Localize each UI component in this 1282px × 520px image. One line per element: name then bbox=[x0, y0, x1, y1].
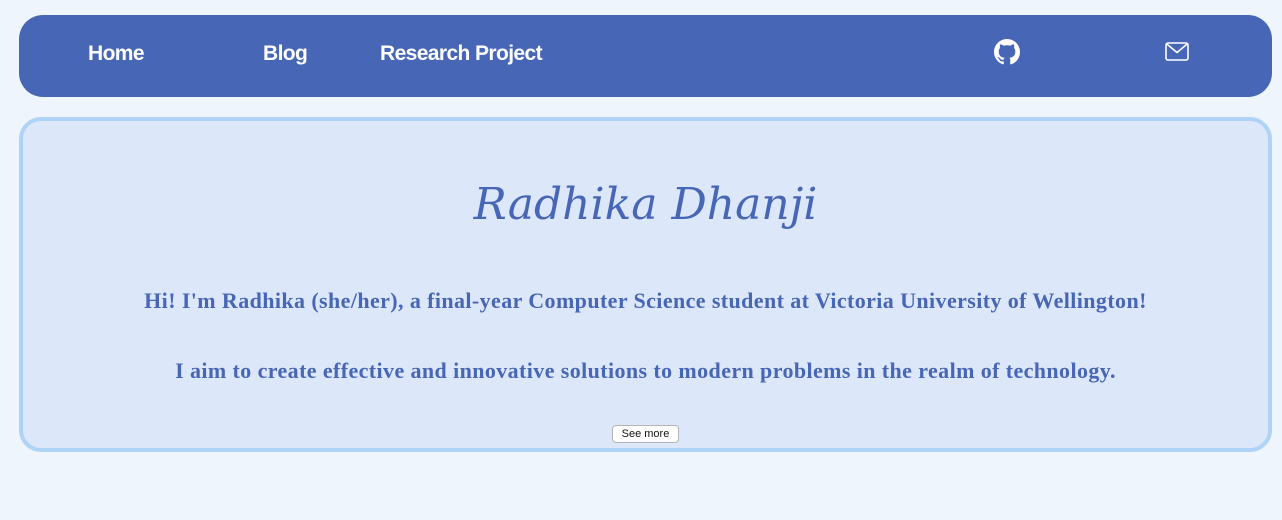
top-navbar: Home Blog Research Project bbox=[19, 15, 1272, 97]
nav-link-research-project[interactable]: Research Project bbox=[380, 42, 543, 66]
mail-icon[interactable] bbox=[1164, 39, 1190, 65]
hero-intro-text: Hi! I'm Radhika (she/her), a final-year … bbox=[144, 288, 1147, 313]
hero-card: Radhika Dhanji Hi! I'm Radhika (she/her)… bbox=[19, 117, 1272, 452]
hero-aim-text: I aim to create effective and innovative… bbox=[175, 358, 1116, 383]
see-more-button[interactable]: See more bbox=[612, 425, 679, 443]
nav-link-home[interactable]: Home bbox=[88, 42, 145, 66]
hero-title: Radhika Dhanji bbox=[473, 179, 818, 230]
nav-link-blog[interactable]: Blog bbox=[263, 42, 308, 66]
github-icon[interactable] bbox=[994, 39, 1020, 65]
